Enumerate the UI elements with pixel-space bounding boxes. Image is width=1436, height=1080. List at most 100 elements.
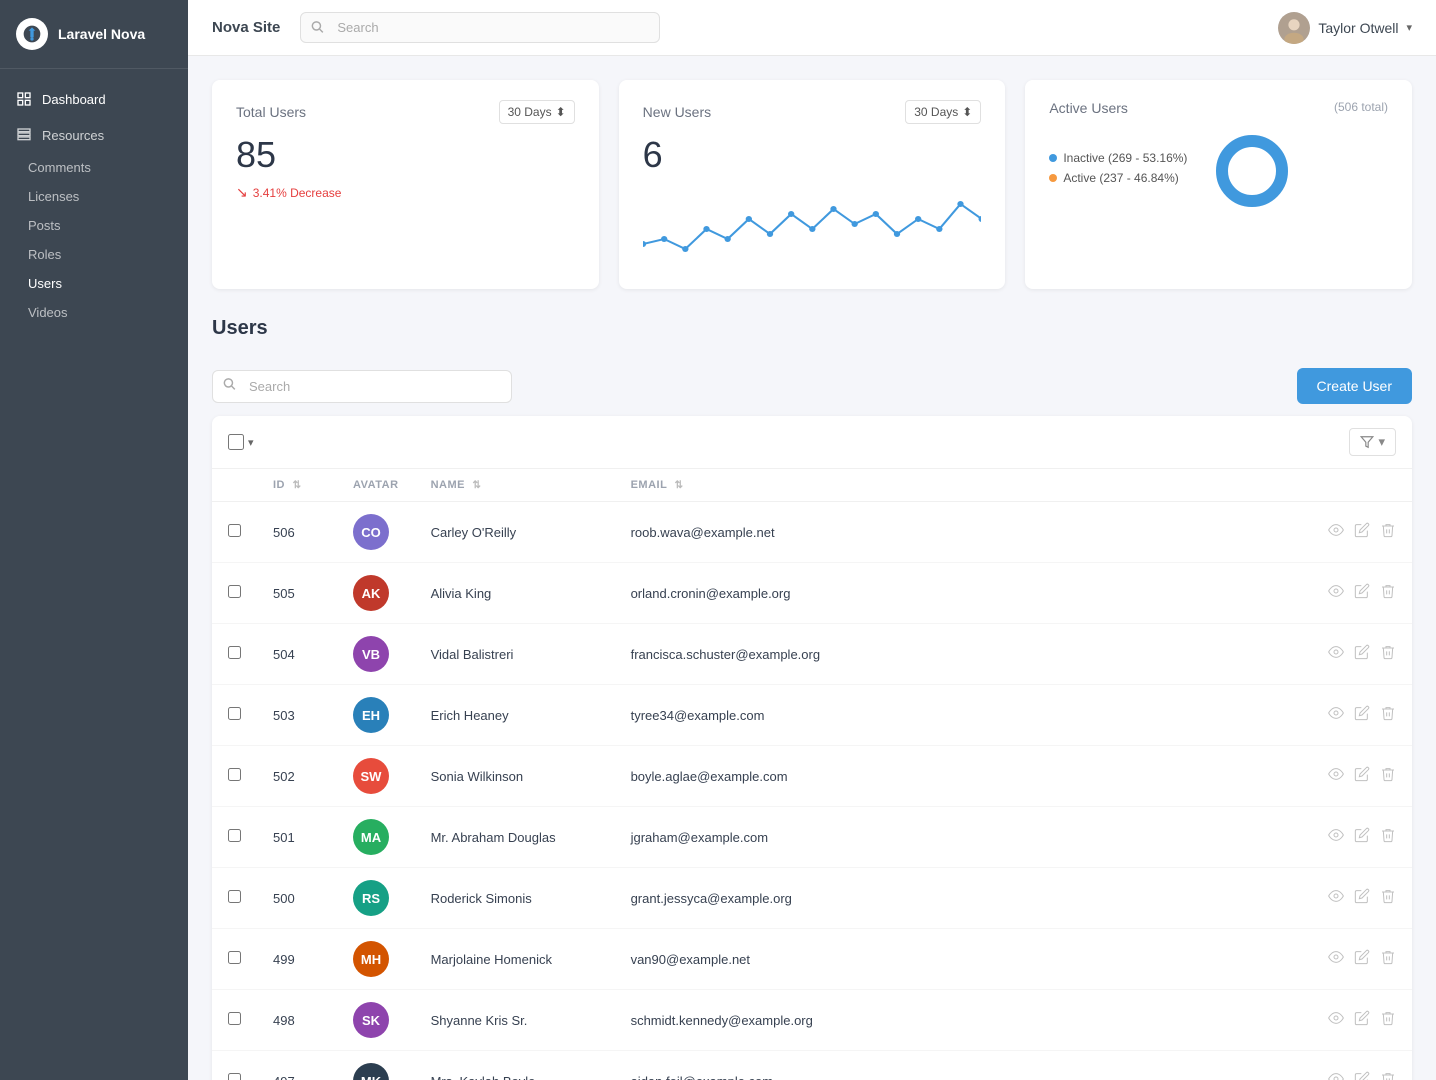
avatar-circle: CO: [353, 514, 389, 550]
email-col-header[interactable]: EMAIL ⇅: [615, 469, 1292, 502]
create-user-button[interactable]: Create User: [1297, 368, 1412, 404]
table-row: 499 MH Marjolaine Homenick van90@example…: [212, 929, 1412, 990]
donut-body: Inactive (269 - 53.16%) Active (237 - 46…: [1049, 126, 1388, 216]
delete-icon[interactable]: [1380, 522, 1396, 542]
delete-icon[interactable]: [1380, 644, 1396, 664]
view-icon[interactable]: [1328, 827, 1344, 847]
new-users-dropdown[interactable]: 30 Days ⬍: [905, 100, 981, 124]
row-checkbox[interactable]: [228, 1012, 241, 1025]
users-table-container: ▾ ▾ ID ⇅ AVATAR: [212, 416, 1412, 1080]
donut-chart: [1207, 126, 1297, 216]
sidebar-item-roles[interactable]: Roles: [0, 240, 188, 269]
row-name: Mrs. Kaylah Boyle: [415, 1051, 615, 1080]
topbar-search-icon: [310, 19, 324, 36]
delete-icon[interactable]: [1380, 827, 1396, 847]
sidebar-item-users[interactable]: Users: [0, 269, 188, 298]
topbar-search-wrapper: [300, 12, 660, 43]
content-area: Total Users 30 Days ⬍ 85 ↘ 3.41% Decreas…: [188, 56, 1436, 1080]
edit-icon[interactable]: [1354, 1010, 1370, 1030]
row-checkbox[interactable]: [228, 1073, 241, 1080]
avatar: [1278, 12, 1310, 44]
edit-icon[interactable]: [1354, 766, 1370, 786]
row-checkbox[interactable]: [228, 829, 241, 842]
id-sort-icon: ⇅: [293, 480, 302, 491]
table-row: 506 CO Carley O'Reilly roob.wava@example…: [212, 502, 1412, 563]
view-icon[interactable]: [1328, 644, 1344, 664]
topbar-search-input[interactable]: [300, 12, 660, 43]
row-email: francisca.schuster@example.org: [615, 624, 1292, 685]
view-icon[interactable]: [1328, 888, 1344, 908]
sidebar-logo[interactable]: Laravel Nova: [0, 0, 188, 69]
logo-icon: [16, 18, 48, 50]
row-checkbox[interactable]: [228, 585, 241, 598]
select-all-checkbox[interactable]: [228, 434, 244, 450]
delete-icon[interactable]: [1380, 949, 1396, 969]
row-email: roob.wava@example.net: [615, 502, 1292, 563]
sidebar-item-comments[interactable]: Comments: [0, 153, 188, 182]
edit-icon[interactable]: [1354, 827, 1370, 847]
row-id: 501: [257, 807, 337, 868]
avatar-circle: EH: [353, 697, 389, 733]
row-checkbox[interactable]: [228, 707, 241, 720]
row-checkbox[interactable]: [228, 646, 241, 659]
sidebar-item-videos[interactable]: Videos: [0, 298, 188, 327]
trend-down-icon: ↘: [236, 184, 248, 201]
sidebar-item-posts[interactable]: Posts: [0, 211, 188, 240]
view-icon[interactable]: [1328, 1010, 1344, 1030]
active-legend-item: Active (237 - 46.84%): [1049, 171, 1187, 185]
view-icon[interactable]: [1328, 583, 1344, 603]
delete-icon[interactable]: [1380, 1010, 1396, 1030]
delete-icon[interactable]: [1380, 766, 1396, 786]
edit-icon[interactable]: [1354, 644, 1370, 664]
select-all-wrapper: ▾: [228, 434, 254, 450]
delete-icon[interactable]: [1380, 583, 1396, 603]
avatar-col-header: AVATAR: [337, 469, 415, 502]
view-icon[interactable]: [1328, 522, 1344, 542]
new-users-card: New Users 30 Days ⬍ 6: [619, 80, 1006, 289]
name-sort-icon: ⇅: [473, 480, 482, 491]
avatar-circle: MK: [353, 1063, 389, 1080]
id-col-header[interactable]: ID ⇅: [257, 469, 337, 502]
edit-icon[interactable]: [1354, 1071, 1370, 1080]
sidebar-nav: Dashboard Resources Comments Licenses Po…: [0, 69, 188, 339]
row-checkbox[interactable]: [228, 951, 241, 964]
sidebar-item-resources[interactable]: Resources: [0, 117, 188, 153]
select-dropdown-arrow-icon[interactable]: ▾: [248, 436, 254, 449]
delete-icon[interactable]: [1380, 705, 1396, 725]
row-name: Erich Heaney: [415, 685, 615, 746]
view-icon[interactable]: [1328, 949, 1344, 969]
edit-icon[interactable]: [1354, 583, 1370, 603]
row-email: aidan.feil@example.com: [615, 1051, 1292, 1080]
edit-icon[interactable]: [1354, 888, 1370, 908]
table-row: 500 RS Roderick Simonis grant.jessyca@ex…: [212, 868, 1412, 929]
row-email: boyle.aglae@example.com: [615, 746, 1292, 807]
row-checkbox-cell: [212, 868, 257, 929]
row-checkbox[interactable]: [228, 768, 241, 781]
table-search-input[interactable]: [212, 370, 512, 403]
edit-icon[interactable]: [1354, 522, 1370, 542]
view-icon[interactable]: [1328, 1071, 1344, 1080]
delete-icon[interactable]: [1380, 1071, 1396, 1080]
delete-icon[interactable]: [1380, 888, 1396, 908]
avatar-circle: SW: [353, 758, 389, 794]
dashboard-icon: [16, 91, 32, 107]
row-avatar: EH: [337, 685, 415, 746]
view-icon[interactable]: [1328, 766, 1344, 786]
filter-button[interactable]: ▾: [1349, 428, 1396, 456]
username: Taylor Otwell: [1318, 20, 1398, 36]
user-menu[interactable]: Taylor Otwell ▾: [1278, 12, 1412, 44]
row-avatar: MH: [337, 929, 415, 990]
row-actions: [1292, 807, 1412, 868]
row-checkbox[interactable]: [228, 890, 241, 903]
total-users-dropdown[interactable]: 30 Days ⬍: [499, 100, 575, 124]
sidebar-item-dashboard[interactable]: Dashboard: [0, 81, 188, 117]
name-col-header[interactable]: NAME ⇅: [415, 469, 615, 502]
inactive-legend-item: Inactive (269 - 53.16%): [1049, 151, 1187, 165]
row-name: Marjolaine Homenick: [415, 929, 615, 990]
edit-icon[interactable]: [1354, 949, 1370, 969]
row-checkbox[interactable]: [228, 524, 241, 537]
row-id: 502: [257, 746, 337, 807]
sidebar-item-licenses[interactable]: Licenses: [0, 182, 188, 211]
edit-icon[interactable]: [1354, 705, 1370, 725]
view-icon[interactable]: [1328, 705, 1344, 725]
